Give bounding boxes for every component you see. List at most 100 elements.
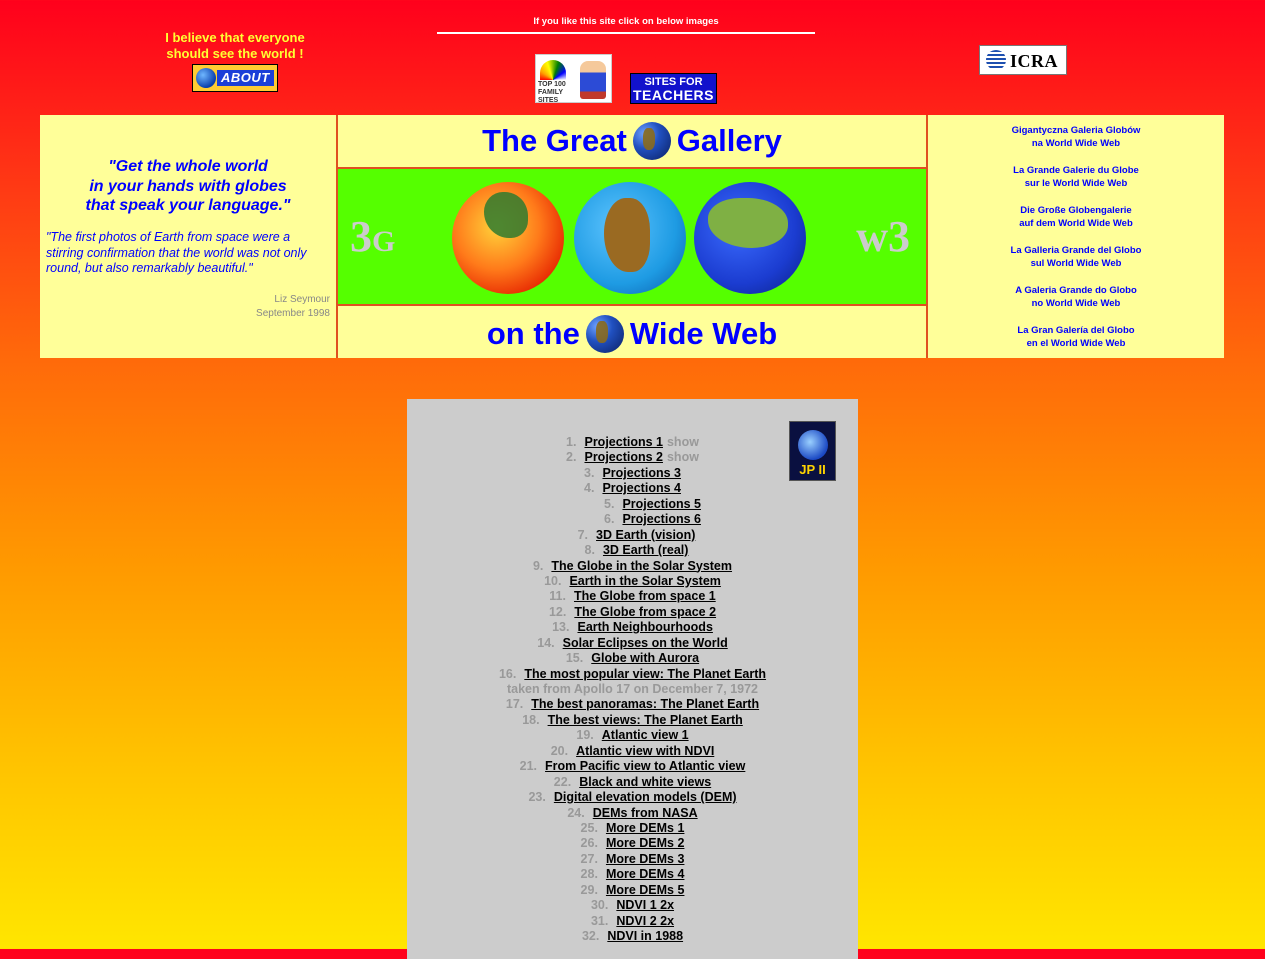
gallery-link[interactable]: NDVI 1 2x	[616, 898, 674, 912]
gallery-link[interactable]: Globe with Aurora	[591, 651, 699, 665]
item-number: 5.	[604, 496, 615, 511]
list-item: 9. The Globe in the Solar System	[407, 559, 858, 574]
promo-divider	[437, 32, 815, 34]
gallery-link[interactable]: Black and white views	[579, 775, 711, 789]
w3-logo: w3	[856, 212, 910, 261]
top100-text: TOP 100 FAMILY SITES	[538, 81, 566, 104]
globe-asia-image[interactable]	[694, 182, 806, 294]
item-number: 28.	[580, 867, 598, 882]
list-item: 3. Projections 3	[407, 466, 858, 481]
gallery-link[interactable]: Projections 1	[584, 435, 663, 449]
sites-for-teachers-badge[interactable]: SITES FOR TEACHERS	[630, 73, 717, 104]
globe-africa-image[interactable]	[574, 182, 686, 294]
item-number: 18.	[522, 712, 540, 727]
gallery-index-panel: JP II 1. Projections 1 show 2. Projections 2…	[407, 399, 858, 959]
top100-family-sites-badge[interactable]: TOP 100 FAMILY SITES	[535, 54, 612, 104]
item-number: 24.	[567, 805, 585, 820]
show-link[interactable]: show	[667, 435, 699, 449]
gallery-link[interactable]: 3D Earth (vision)	[596, 528, 695, 542]
language-list: Gigantyczna Galeria Globów na World Wide …	[928, 115, 1224, 350]
item-number: 1.	[566, 435, 577, 449]
globe-icon	[632, 121, 671, 160]
gallery-link[interactable]: More DEMs 5	[606, 883, 685, 897]
list-item: 28. More DEMs 4	[407, 867, 858, 882]
item-number: 29.	[580, 882, 598, 897]
gallery-link[interactable]: Earth Neighbourhoods	[577, 620, 712, 634]
item-number: 9.	[532, 558, 544, 573]
gallery-link[interactable]: More DEMs 2	[606, 836, 685, 850]
gallery-link[interactable]: The most popular view: The Planet Earth	[524, 667, 766, 681]
gallery-link[interactable]: 3D Earth (real)	[603, 543, 688, 557]
item-number: 13.	[552, 620, 570, 635]
list-item: 31. NDVI 2 2x	[407, 914, 858, 929]
gallery-link[interactable]: Atlantic view 1	[602, 728, 689, 742]
item-number: 12.	[548, 604, 567, 619]
page-subtitle: on the Wide Web	[486, 314, 778, 353]
icra-logo-icon	[986, 50, 1006, 70]
item-number: 19.	[576, 728, 594, 743]
gallery-link[interactable]: Projections 6	[622, 512, 701, 526]
gallery-link[interactable]: More DEMs 1	[606, 821, 685, 835]
item-number: 30.	[590, 898, 609, 913]
gallery-link[interactable]: Earth in the Solar System	[569, 574, 720, 588]
list-item: 29. More DEMs 5	[407, 883, 858, 898]
gallery-link[interactable]: More DEMs 3	[606, 852, 685, 866]
show-link[interactable]: show	[667, 450, 699, 464]
icra-label: ICRA	[1010, 51, 1059, 71]
list-item: 11. The Globe from space 1	[407, 589, 858, 604]
list-item: 6. Projections 6	[407, 512, 858, 527]
tagline-line-1: I believe that everyone	[165, 30, 305, 45]
globe-americas-image[interactable]	[452, 182, 564, 294]
title-column: The Great Gallery 3G w3 on the Wide Web	[336, 115, 928, 358]
gallery-link[interactable]: Projections 3	[602, 466, 681, 480]
language-link[interactable]: Gigantyczna Galeria Globów na World Wide …	[928, 124, 1224, 150]
item-number: 10.	[544, 573, 562, 588]
list-item: 26. More DEMs 2	[407, 836, 858, 851]
gallery-link[interactable]: DEMs from NASA	[593, 806, 698, 820]
space-quote: "The first photos of Earth from space we…	[46, 230, 307, 275]
globe-icon	[585, 314, 624, 353]
list-item: 4. Projections 4	[407, 481, 858, 496]
quote-attribution: Liz Seymour September 1998	[256, 293, 330, 321]
gallery-link[interactable]: From Pacific view to Atlantic view	[545, 759, 745, 773]
item-number: 14.	[537, 635, 555, 650]
gallery-link[interactable]: Projections 5	[622, 497, 701, 511]
item-number: 16.	[498, 666, 517, 681]
gallery-link[interactable]: Digital elevation models (DEM)	[554, 790, 737, 804]
gallery-link[interactable]: The Globe from space 2	[574, 605, 716, 619]
list-item: 1. Projections 1 show	[407, 435, 858, 450]
gallery-link[interactable]: Atlantic view with NDVI	[576, 744, 714, 758]
icra-badge[interactable]: ICRA	[979, 45, 1067, 75]
gallery-link[interactable]: The Globe from space 1	[574, 589, 716, 603]
list-item: 10. Earth in the Solar System	[407, 574, 858, 589]
gallery-link[interactable]: NDVI 2 2x	[616, 914, 674, 928]
gallery-link[interactable]: The Globe in the Solar System	[551, 559, 732, 573]
page-title: The Great Gallery	[482, 121, 782, 160]
gallery-link[interactable]: Projections 4	[602, 481, 681, 495]
list-item: 30. NDVI 1 2x	[407, 898, 858, 913]
list-item: 7. 3D Earth (vision)	[407, 528, 858, 543]
globe-icon	[196, 68, 216, 88]
language-link[interactable]: La Grande Galerie du Globe sur le World W…	[928, 164, 1224, 190]
teachers-line-2: TEACHERS	[632, 87, 714, 103]
list-item: 20. Atlantic view with NDVI	[407, 744, 858, 759]
list-item: 5. Projections 5	[407, 497, 858, 512]
item-number: 27.	[580, 851, 598, 866]
language-link[interactable]: A Galeria Grande do Globo no World Wide W…	[928, 284, 1224, 310]
list-item: 19. Atlantic view 1	[407, 728, 858, 743]
language-link[interactable]: La Gran Galería del Globo en el World Wid…	[928, 324, 1224, 350]
gallery-link[interactable]: Projections 2	[584, 450, 663, 464]
item-number: 2.	[566, 450, 577, 465]
gallery-link[interactable]: The best views: The Planet Earth	[548, 713, 743, 727]
list-item: 15. Globe with Aurora	[407, 651, 858, 666]
tagline-block: I believe that everyone should see the w…	[150, 30, 320, 96]
gallery-link[interactable]: More DEMs 4	[606, 867, 685, 881]
language-link[interactable]: Die Große Globengalerie auf dem World Wid…	[928, 204, 1224, 230]
item-number: 17.	[505, 697, 524, 712]
language-link[interactable]: La Galleria Grande del Globo sul World Wi…	[928, 244, 1224, 270]
gallery-link[interactable]: Solar Eclipses on the World	[563, 636, 728, 650]
gallery-link[interactable]: NDVI in 1988	[607, 929, 683, 943]
item-number: 32.	[581, 929, 600, 943]
about-button[interactable]: ABOUT	[192, 64, 278, 92]
gallery-link[interactable]: The best panoramas: The Planet Earth	[531, 697, 759, 711]
